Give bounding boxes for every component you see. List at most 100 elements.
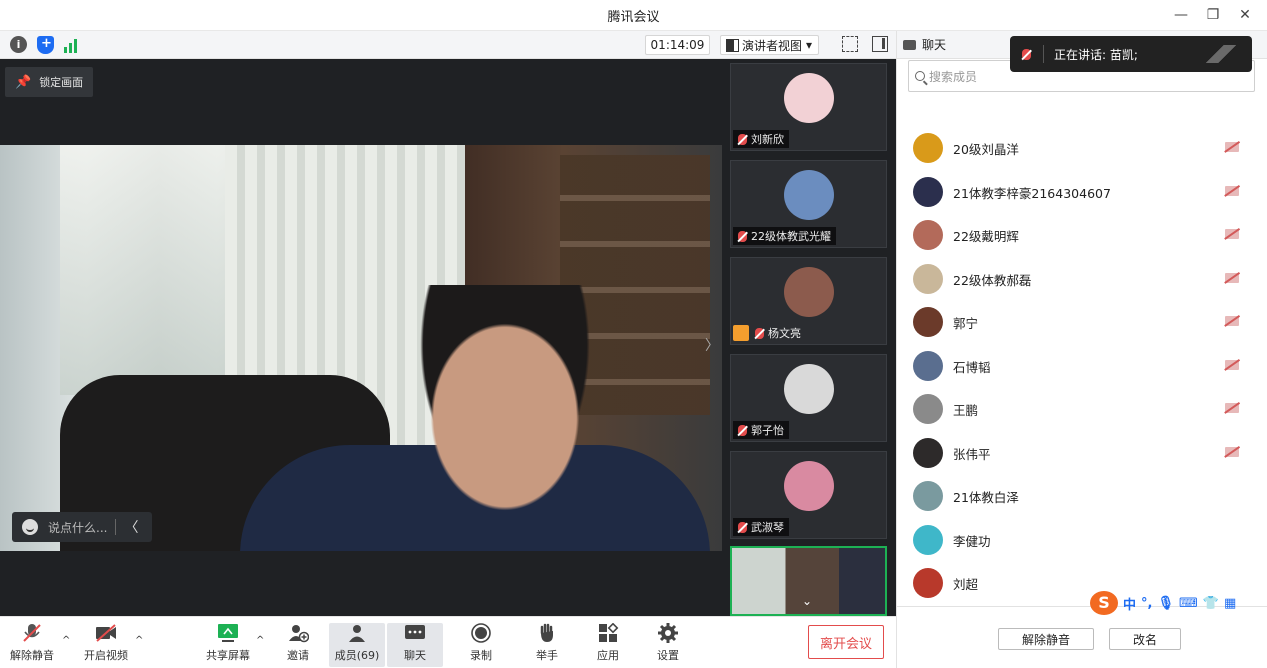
participant-tile[interactable]: 武淑琴 (730, 451, 887, 539)
mic-muted-icon (738, 230, 747, 242)
security-shield-icon[interactable] (37, 36, 54, 54)
list-item[interactable]: 22级体教郝磊 (913, 261, 1253, 297)
quick-chat-input[interactable]: 说点什么... 〈 (12, 512, 152, 542)
participant-tile[interactable]: 郭子怡 (730, 354, 887, 442)
chevron-down-icon: ▾ (806, 38, 813, 52)
ime-mic-icon[interactable]: 🎙 (1157, 596, 1174, 611)
list-item[interactable]: 20级刘晶洋 (913, 130, 1253, 166)
participant-tile[interactable]: 22级体教武光耀 (730, 160, 887, 248)
chevron-left-icon[interactable]: 〈 (124, 517, 138, 537)
bottom-toolbar: 解除静音 ^ 开启视频 ^ 共享屏幕 ^ 邀请 成员(69) 聊天 录制 举手 … (0, 616, 896, 668)
member-name: 郭宁 (953, 315, 979, 331)
search-icon (915, 71, 925, 81)
participant-tile[interactable]: 刘新欣 (730, 63, 887, 151)
user-badge-icon (733, 325, 749, 341)
share-screen-button[interactable]: 共享屏幕 (200, 623, 256, 667)
member-name: 刘超 (953, 576, 979, 592)
members-panel: 聊天 搜索成员 20级刘晶洋 21体教李梓豪2164304607 22级戴明辉 … (896, 31, 1267, 668)
fullscreen-icon[interactable] (842, 36, 858, 52)
list-item[interactable]: 石博韬 (913, 348, 1253, 384)
search-placeholder: 搜索成员 (929, 69, 978, 84)
list-item[interactable]: 李健功 (913, 522, 1253, 558)
ime-menu-icon[interactable]: ▦ (1224, 596, 1236, 611)
members-button[interactable]: 成员(69) (329, 623, 385, 667)
restore-button[interactable]: ❐ (1199, 4, 1227, 26)
avatar (913, 525, 943, 555)
avatar (784, 170, 834, 220)
network-signal-icon[interactable] (64, 36, 77, 53)
avatar (913, 177, 943, 207)
unmute-button[interactable]: 解除静音 (4, 623, 60, 667)
apps-button[interactable]: 应用 (580, 622, 636, 667)
speaking-text: 正在讲话: 苗凯; (1054, 47, 1138, 62)
participant-name: 刘新欣 (751, 133, 784, 146)
start-video-button[interactable]: 开启视频 (78, 623, 134, 667)
member-name: 张伟平 (953, 446, 991, 462)
share-options-caret[interactable]: ^ (256, 635, 264, 646)
participant-tile[interactable]: 杨文亮 (730, 257, 887, 345)
info-icon[interactable]: i (10, 36, 27, 53)
active-speaker-tile[interactable]: ⌄ (730, 546, 887, 616)
ime-toolbar[interactable]: S 中 °, 🎙 ⌨ 👕 ▦ (1090, 591, 1236, 615)
apps-icon (597, 622, 619, 643)
ime-punct-icon[interactable]: °, (1141, 596, 1152, 611)
record-label: 录制 (470, 649, 492, 662)
list-item[interactable]: 王鹏 (913, 391, 1253, 427)
settings-button[interactable]: 设置 (640, 623, 696, 667)
close-button[interactable]: ✕ (1231, 4, 1259, 26)
raise-hand-label: 举手 (536, 649, 558, 662)
list-item[interactable]: 郭宁 (913, 304, 1253, 340)
lock-screen-button[interactable]: 📌 锁定画面 (5, 67, 94, 97)
emoji-icon[interactable] (22, 519, 38, 535)
minimize-button[interactable]: — (1167, 4, 1195, 26)
avatar (913, 351, 943, 381)
participant-name: 杨文亮 (768, 327, 801, 340)
invite-label: 邀请 (287, 649, 309, 662)
camera-off-icon (1225, 142, 1239, 152)
hand-icon (536, 623, 558, 643)
chevron-down-icon[interactable]: ⌄ (802, 594, 812, 608)
panel-tab-label[interactable]: 聊天 (922, 36, 946, 53)
list-item[interactable]: 21体教白泽 (913, 478, 1253, 514)
ime-keyboard-icon[interactable]: ⌨ (1179, 596, 1198, 611)
raise-hand-button[interactable]: 举手 (519, 623, 575, 667)
share-screen-label: 共享屏幕 (206, 649, 250, 662)
unmute-label: 解除静音 (10, 649, 54, 662)
avatar (913, 394, 943, 424)
window-title: 腾讯会议 (607, 10, 660, 25)
invite-button[interactable]: 邀请 (270, 623, 326, 667)
audio-options-caret[interactable]: ^ (62, 635, 70, 646)
view-mode-button[interactable]: 演讲者视图 ▾ (720, 35, 820, 55)
collapse-strip-icon[interactable]: 〉 (705, 335, 719, 359)
apps-label: 应用 (597, 649, 619, 662)
mic-muted-icon (21, 623, 43, 643)
mic-muted-icon (738, 521, 747, 533)
avatar (913, 568, 943, 598)
rename-button[interactable]: 改名 (1109, 628, 1181, 650)
avatar (913, 307, 943, 337)
sogou-logo-icon[interactable]: S (1090, 591, 1118, 615)
chat-button[interactable]: 聊天 (387, 623, 443, 667)
list-item[interactable]: 22级戴明辉 (913, 217, 1253, 253)
list-item[interactable]: 张伟平 (913, 435, 1253, 471)
camera-off-icon (1225, 186, 1239, 196)
quick-chat-placeholder: 说点什么... (48, 520, 108, 535)
mic-muted-icon (738, 424, 747, 436)
avatar (913, 220, 943, 250)
record-button[interactable]: 录制 (453, 623, 509, 667)
member-name: 22级体教郝磊 (953, 272, 1032, 288)
toggle-sidebar-icon[interactable] (872, 36, 888, 52)
member-name: 李健功 (953, 533, 991, 549)
ime-skin-icon[interactable]: 👕 (1203, 596, 1219, 611)
speaking-toast: 正在讲话: 苗凯; (1010, 36, 1252, 72)
avatar (913, 438, 943, 468)
mute-all-button[interactable]: 解除静音 (998, 628, 1094, 650)
list-item[interactable]: 21体教李梓豪2164304607 (913, 174, 1253, 210)
leave-meeting-button[interactable]: 离开会议 (808, 625, 884, 659)
share-screen-icon (217, 623, 239, 643)
chat-icon (404, 623, 426, 643)
settings-label: 设置 (657, 649, 679, 662)
video-options-caret[interactable]: ^ (135, 635, 143, 646)
camera-off-icon (1225, 229, 1239, 239)
ime-lang-toggle[interactable]: 中 (1123, 594, 1136, 613)
